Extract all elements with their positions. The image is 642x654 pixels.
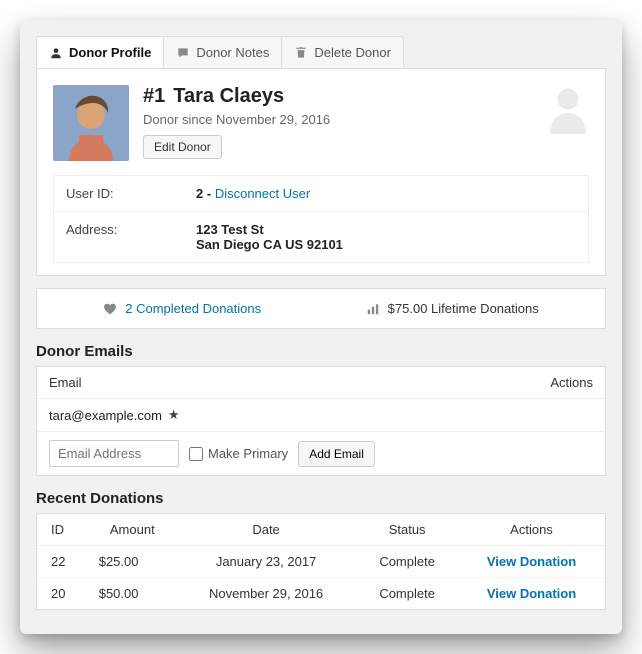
cell-amount: $25.00 — [89, 546, 176, 578]
silhouette-icon — [547, 85, 589, 135]
make-primary-label: Make Primary — [208, 446, 288, 461]
address-line2: San Diego CA US 92101 — [196, 237, 576, 252]
donations-table: ID Amount Date Status Actions 22 $25.00 … — [37, 514, 605, 609]
col-date: Date — [176, 514, 356, 546]
comment-icon — [176, 46, 190, 60]
donations-heading: Recent Donations — [36, 490, 606, 507]
donor-window: Donor Profile Donor Notes Delete Donor #… — [20, 20, 622, 634]
donor-avatar — [53, 85, 129, 161]
table-header-row: ID Amount Date Status Actions — [37, 514, 605, 546]
cell-amount: $50.00 — [89, 578, 176, 610]
address-value: 123 Test St San Diego CA US 92101 — [184, 212, 588, 262]
edit-donor-button[interactable]: Edit Donor — [143, 135, 222, 159]
lifetime-donations-label: $75.00 Lifetime Donations — [388, 301, 539, 316]
tab-delete-donor[interactable]: Delete Donor — [282, 36, 404, 68]
cell-date: November 29, 2016 — [176, 578, 356, 610]
cell-status: Complete — [356, 546, 458, 578]
dash: - — [207, 186, 215, 201]
col-amount: Amount — [89, 514, 176, 546]
address-line1: 123 Test St — [196, 222, 576, 237]
emails-panel: Email Actions tara@example.com ★ Make Pr… — [36, 366, 606, 476]
make-primary-checkbox[interactable] — [189, 447, 203, 461]
donations-panel: ID Amount Date Status Actions 22 $25.00 … — [36, 513, 606, 610]
donor-name: Tara Claeys — [173, 85, 284, 108]
heart-icon — [103, 302, 117, 316]
col-actions: Actions — [458, 514, 605, 546]
make-primary-wrap: Make Primary — [189, 446, 288, 461]
add-email-button[interactable]: Add Email — [298, 441, 375, 467]
profile-panel: #1 Tara Claeys Donor since November 29, … — [36, 68, 606, 276]
info-row-address: Address: 123 Test St San Diego CA US 921… — [54, 212, 588, 263]
col-actions: Actions — [550, 375, 593, 390]
tab-bar: Donor Profile Donor Notes Delete Donor — [36, 36, 606, 68]
donor-since: Donor since November 29, 2016 — [143, 112, 330, 127]
primary-star-icon: ★ — [168, 407, 180, 423]
email-address: tara@example.com — [49, 408, 162, 423]
donor-info-table: User ID: 2 - Disconnect User Address: 12… — [53, 175, 589, 263]
tab-donor-notes[interactable]: Donor Notes — [164, 36, 282, 68]
emails-heading: Donor Emails — [36, 343, 606, 360]
profile-header: #1 Tara Claeys Donor since November 29, … — [53, 85, 589, 161]
user-id-value: 2 - Disconnect User — [184, 176, 588, 211]
completed-donations-link[interactable]: 2 Completed Donations — [125, 301, 261, 316]
emails-header-row: Email Actions — [37, 367, 605, 399]
tab-label: Donor Notes — [196, 45, 269, 60]
user-icon — [49, 46, 63, 60]
email-row: tara@example.com ★ — [37, 399, 605, 431]
stats-bar: 2 Completed Donations $75.00 Lifetime Do… — [36, 288, 606, 329]
table-row: 22 $25.00 January 23, 2017 Complete View… — [37, 546, 605, 578]
cell-id: 22 — [37, 546, 89, 578]
disconnect-user-link[interactable]: Disconnect User — [215, 186, 310, 201]
cell-id: 20 — [37, 578, 89, 610]
stat-completed: 2 Completed Donations — [103, 301, 261, 316]
info-row-userid: User ID: 2 - Disconnect User — [54, 176, 588, 212]
chart-icon — [366, 302, 380, 316]
profile-title-block: #1 Tara Claeys Donor since November 29, … — [143, 85, 330, 159]
add-email-row: Make Primary Add Email — [37, 431, 605, 475]
tab-donor-profile[interactable]: Donor Profile — [36, 36, 164, 68]
user-id-label: User ID: — [54, 176, 184, 211]
col-email: Email — [49, 375, 82, 390]
col-id: ID — [37, 514, 89, 546]
table-row: 20 $50.00 November 29, 2016 Complete Vie… — [37, 578, 605, 610]
cell-status: Complete — [356, 578, 458, 610]
tab-label: Donor Profile — [69, 45, 151, 60]
user-id-number: 2 — [196, 186, 203, 201]
tab-label: Delete Donor — [314, 45, 391, 60]
view-donation-link[interactable]: View Donation — [487, 586, 576, 601]
donor-id: #1 — [143, 85, 165, 108]
cell-date: January 23, 2017 — [176, 546, 356, 578]
col-status: Status — [356, 514, 458, 546]
trash-icon — [294, 46, 308, 60]
address-label: Address: — [54, 212, 184, 262]
email-input[interactable] — [49, 440, 179, 467]
view-donation-link[interactable]: View Donation — [487, 554, 576, 569]
stat-lifetime: $75.00 Lifetime Donations — [366, 301, 539, 316]
